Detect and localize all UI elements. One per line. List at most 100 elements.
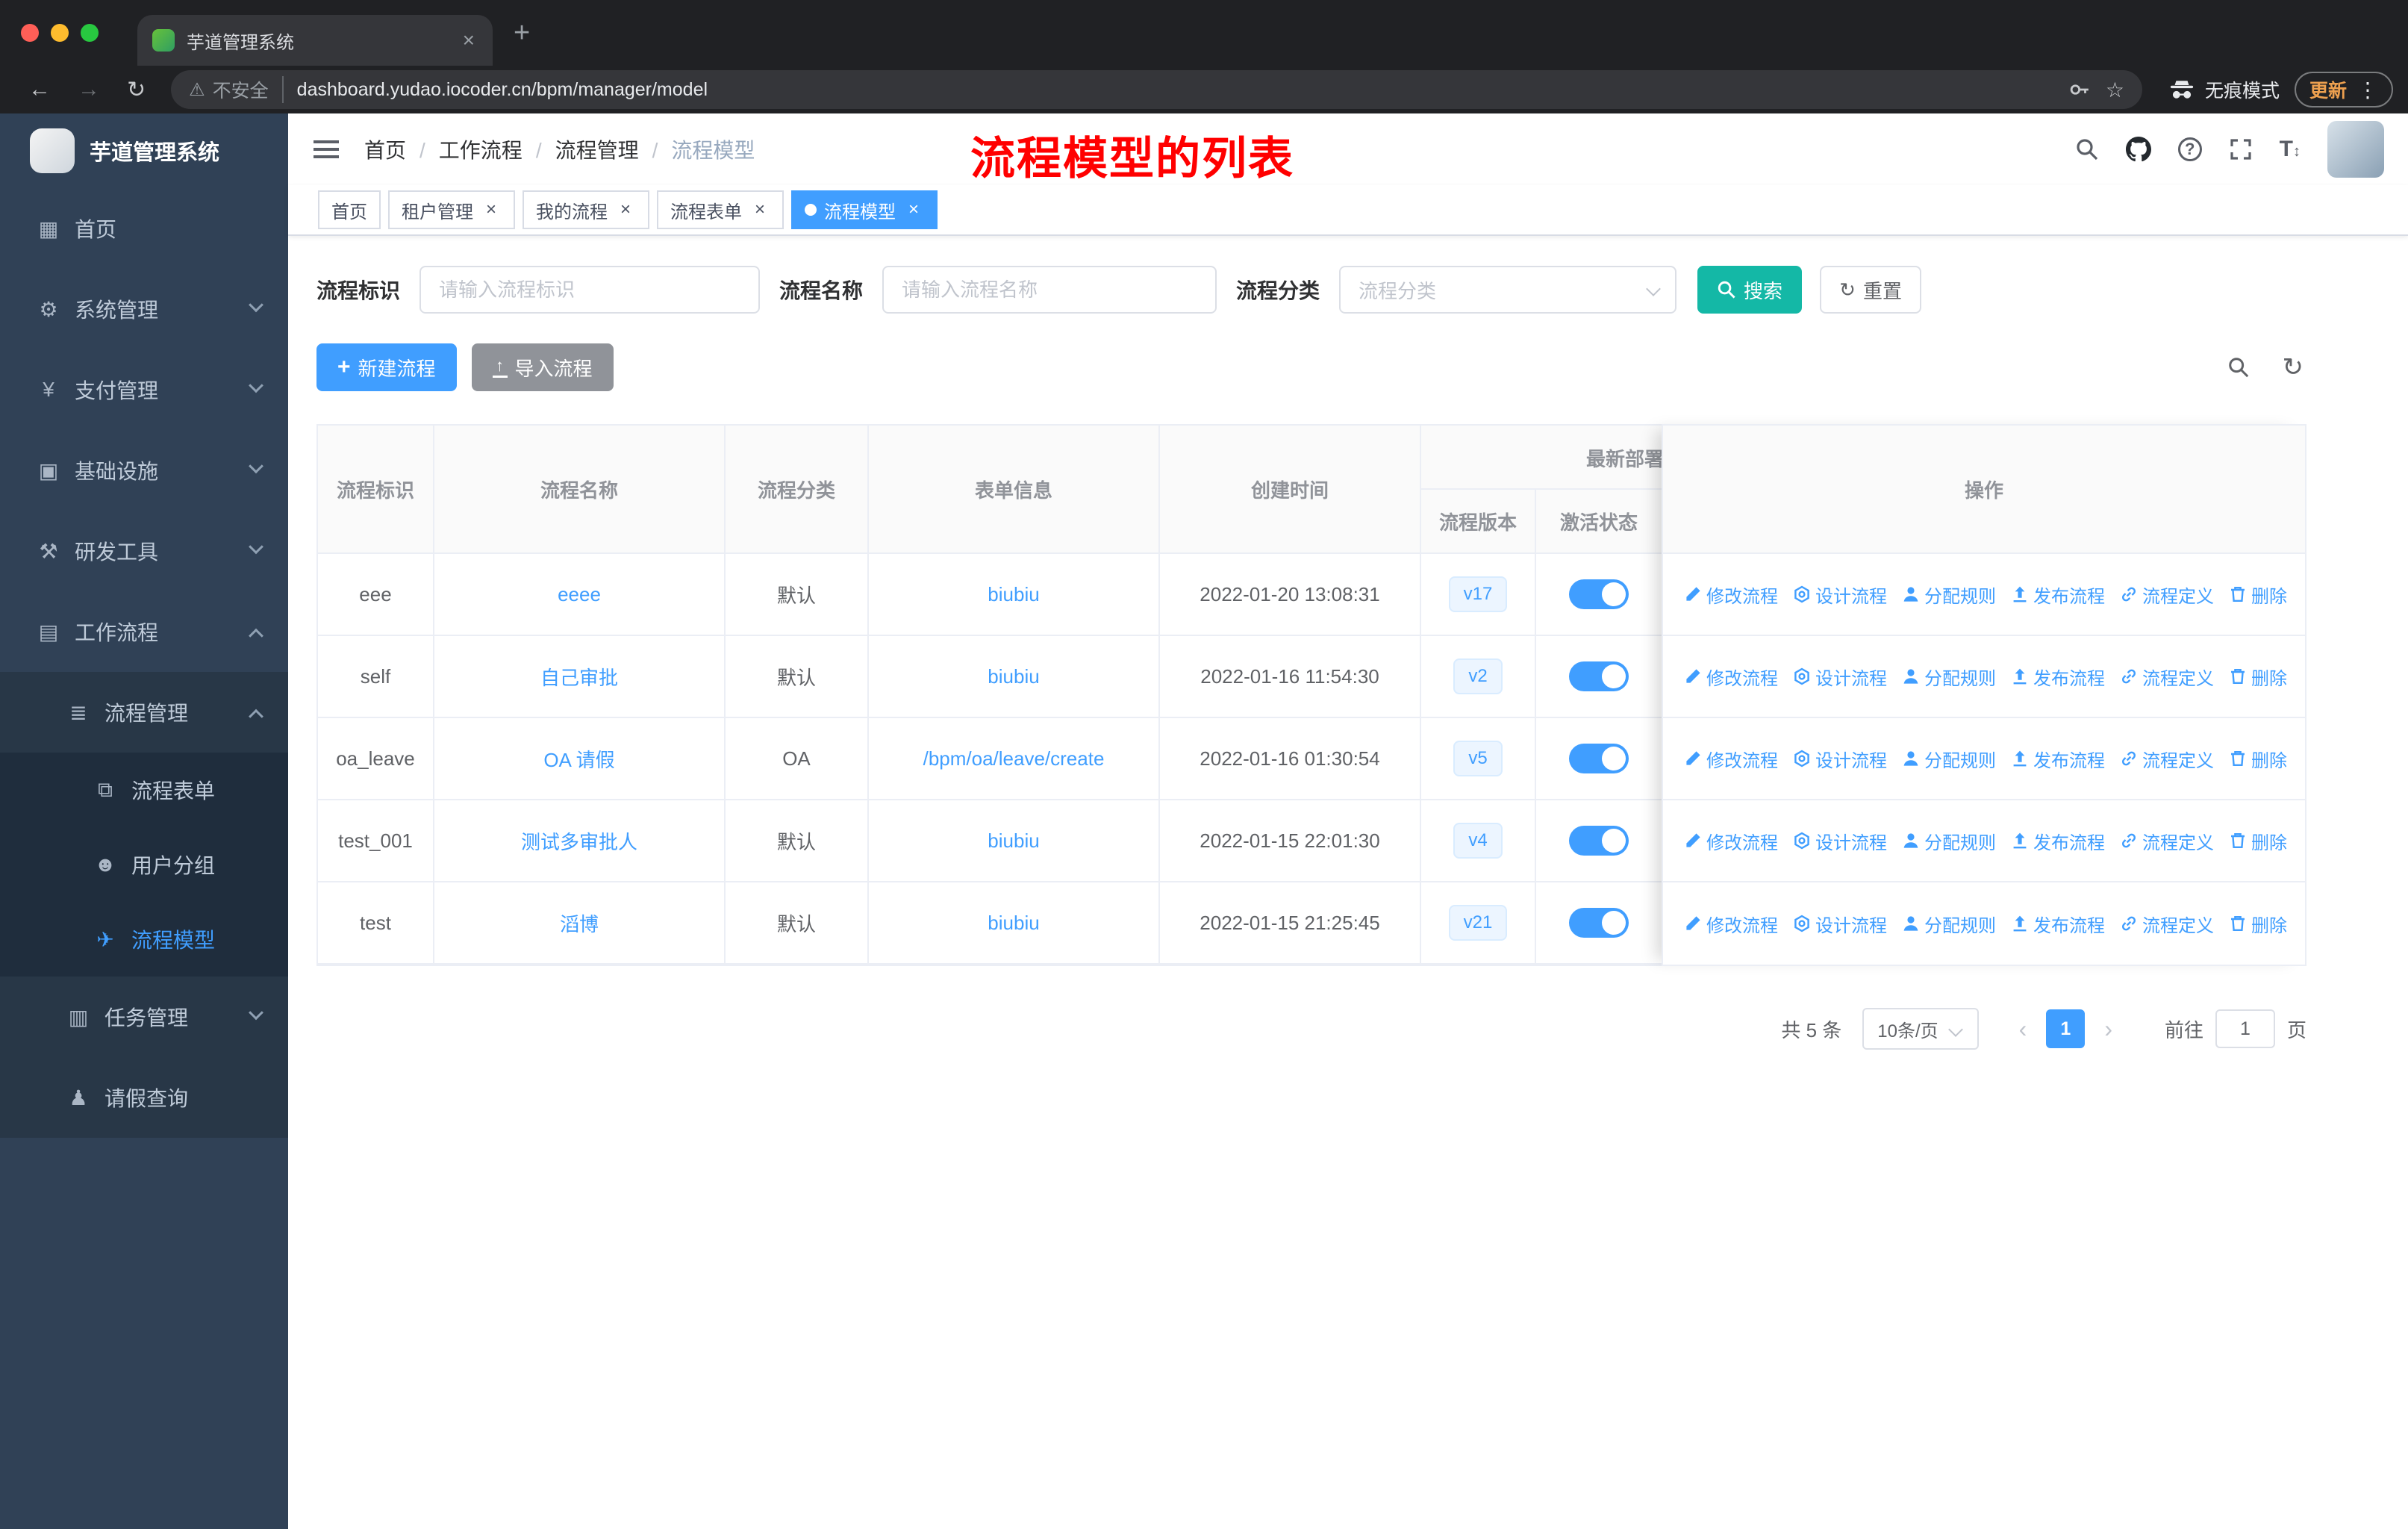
model-name-link[interactable]: 滔博 bbox=[560, 909, 599, 937]
sidebar-item-task-management[interactable]: ▥ 任务管理 bbox=[0, 977, 288, 1057]
goto-page-input[interactable] bbox=[2215, 1009, 2275, 1048]
tag-close-icon[interactable]: × bbox=[749, 199, 770, 220]
minimize-window-button[interactable] bbox=[51, 24, 69, 42]
tag-close-icon[interactable]: × bbox=[903, 199, 924, 220]
status-toggle[interactable] bbox=[1569, 908, 1629, 938]
toggle-search-button[interactable] bbox=[2227, 356, 2250, 379]
tag-tenant-management[interactable]: 租户管理 × bbox=[388, 190, 515, 229]
help-icon-button[interactable]: ? bbox=[2177, 137, 2202, 161]
action-delete-model[interactable]: 删除 bbox=[2229, 911, 2287, 937]
reset-button[interactable]: ↻ 重置 bbox=[1820, 266, 1922, 314]
model-name-link[interactable]: OA 请假 bbox=[543, 745, 614, 773]
status-toggle[interactable] bbox=[1569, 579, 1629, 609]
action-design-model[interactable]: 设计流程 bbox=[1793, 746, 1887, 772]
reload-button[interactable]: ↻ bbox=[113, 77, 159, 103]
action-assign-rule[interactable]: 分配规则 bbox=[1902, 582, 1996, 608]
refresh-button[interactable]: ↻ bbox=[2283, 352, 2304, 382]
tag-process-model[interactable]: 流程模型 × bbox=[791, 190, 938, 229]
browser-tab[interactable]: 芋道管理系统 × bbox=[137, 15, 493, 66]
action-delete-model[interactable]: 删除 bbox=[2229, 582, 2287, 608]
action-edit-model[interactable]: 修改流程 bbox=[1684, 828, 1778, 854]
next-page-button[interactable]: › bbox=[2091, 1015, 2126, 1043]
breadcrumb-item-workflow[interactable]: 工作流程 bbox=[439, 134, 542, 164]
breadcrumb-item-process-management[interactable]: 流程管理 bbox=[555, 134, 658, 164]
menu-dots-icon[interactable]: ⋮ bbox=[2357, 78, 2378, 102]
action-assign-rule[interactable]: 分配规则 bbox=[1902, 746, 1996, 772]
sidebar-item-infrastructure[interactable]: ▣ 基础设施 bbox=[0, 430, 288, 511]
create-model-button[interactable]: + 新建流程 bbox=[316, 343, 457, 391]
status-toggle[interactable] bbox=[1569, 826, 1629, 856]
action-edit-model[interactable]: 修改流程 bbox=[1684, 664, 1778, 690]
form-info-link[interactable]: biubiu bbox=[988, 912, 1039, 935]
omnibox[interactable]: ⚠ 不安全 dashboard.yudao.iocoder.cn/bpm/man… bbox=[171, 70, 2142, 109]
fullscreen-icon-button[interactable] bbox=[2229, 137, 2253, 161]
sidebar-item-process-management[interactable]: ≣ 流程管理 bbox=[0, 672, 288, 753]
action-edit-model[interactable]: 修改流程 bbox=[1684, 746, 1778, 772]
model-id-input[interactable] bbox=[419, 266, 761, 314]
action-design-model[interactable]: 设计流程 bbox=[1793, 911, 1887, 937]
import-model-button[interactable]: ↑ 导入流程 bbox=[471, 343, 614, 391]
tab-close-icon[interactable]: × bbox=[460, 28, 478, 52]
font-size-icon-button[interactable]: T↕ bbox=[2280, 137, 2301, 162]
action-delete-model[interactable]: 删除 bbox=[2229, 664, 2287, 690]
action-process-definition[interactable]: 流程定义 bbox=[2120, 911, 2214, 937]
user-avatar[interactable] bbox=[2327, 121, 2384, 178]
model-name-link[interactable]: eeee bbox=[558, 583, 601, 606]
new-tab-button[interactable]: + bbox=[514, 17, 530, 49]
action-delete-model[interactable]: 删除 bbox=[2229, 828, 2287, 854]
update-chip[interactable]: 更新 ⋮ bbox=[2294, 72, 2393, 108]
tag-close-icon[interactable]: × bbox=[615, 199, 636, 220]
action-design-model[interactable]: 设计流程 bbox=[1793, 828, 1887, 854]
github-icon-button[interactable] bbox=[2125, 137, 2151, 162]
action-process-definition[interactable]: 流程定义 bbox=[2120, 828, 2214, 854]
status-toggle[interactable] bbox=[1569, 744, 1629, 773]
action-publish-model[interactable]: 发布流程 bbox=[2011, 828, 2105, 854]
search-icon-button[interactable] bbox=[2075, 137, 2099, 161]
action-edit-model[interactable]: 修改流程 bbox=[1684, 582, 1778, 608]
hamburger-button[interactable] bbox=[288, 140, 364, 158]
action-design-model[interactable]: 设计流程 bbox=[1793, 582, 1887, 608]
form-info-link[interactable]: /bpm/oa/leave/create bbox=[923, 747, 1105, 770]
action-publish-model[interactable]: 发布流程 bbox=[2011, 664, 2105, 690]
sidebar-item-process-form[interactable]: ⧉ 流程表单 bbox=[0, 753, 288, 827]
action-process-definition[interactable]: 流程定义 bbox=[2120, 664, 2214, 690]
tag-process-form[interactable]: 流程表单 × bbox=[657, 190, 784, 229]
tag-home[interactable]: 首页 bbox=[318, 190, 381, 229]
tag-close-icon[interactable]: × bbox=[481, 199, 502, 220]
sidebar-item-user-group[interactable]: ☻ 用户分组 bbox=[0, 827, 288, 902]
model-name-link[interactable]: 自己审批 bbox=[540, 663, 618, 691]
sidebar-item-leave-query[interactable]: ♟ 请假查询 bbox=[0, 1057, 288, 1138]
key-icon[interactable] bbox=[2068, 78, 2091, 101]
page-number-1[interactable]: 1 bbox=[2046, 1009, 2086, 1048]
close-window-button[interactable] bbox=[21, 24, 39, 42]
page-size-select[interactable]: 10条/页 bbox=[1862, 1008, 1979, 1050]
action-assign-rule[interactable]: 分配规则 bbox=[1902, 911, 1996, 937]
form-info-link[interactable]: biubiu bbox=[988, 665, 1039, 688]
action-publish-model[interactable]: 发布流程 bbox=[2011, 582, 2105, 608]
action-edit-model[interactable]: 修改流程 bbox=[1684, 911, 1778, 937]
action-process-definition[interactable]: 流程定义 bbox=[2120, 746, 2214, 772]
zoom-window-button[interactable] bbox=[81, 24, 99, 42]
form-info-link[interactable]: biubiu bbox=[988, 829, 1039, 853]
sidebar-item-devtools[interactable]: ⚒ 研发工具 bbox=[0, 511, 288, 591]
model-name-input[interactable] bbox=[882, 266, 1217, 314]
forward-button[interactable]: → bbox=[64, 77, 113, 102]
sidebar-item-process-model[interactable]: ✈ 流程模型 bbox=[0, 902, 288, 977]
action-publish-model[interactable]: 发布流程 bbox=[2011, 746, 2105, 772]
tag-my-process[interactable]: 我的流程 × bbox=[523, 190, 649, 229]
action-process-definition[interactable]: 流程定义 bbox=[2120, 582, 2214, 608]
sidebar-item-workflow[interactable]: ▤ 工作流程 bbox=[0, 591, 288, 672]
search-button[interactable]: 搜索 bbox=[1697, 266, 1803, 314]
sidebar-item-home[interactable]: ▦ 首页 bbox=[0, 188, 288, 269]
status-toggle[interactable] bbox=[1569, 661, 1629, 691]
model-name-link[interactable]: 测试多审批人 bbox=[521, 827, 637, 855]
action-publish-model[interactable]: 发布流程 bbox=[2011, 911, 2105, 937]
action-assign-rule[interactable]: 分配规则 bbox=[1902, 664, 1996, 690]
form-info-link[interactable]: biubiu bbox=[988, 583, 1039, 606]
sidebar-item-payment[interactable]: ¥ 支付管理 bbox=[0, 349, 288, 430]
sidebar-item-system[interactable]: ⚙ 系统管理 bbox=[0, 269, 288, 349]
breadcrumb-item-home[interactable]: 首页 bbox=[364, 134, 425, 164]
prev-page-button[interactable]: ‹ bbox=[2006, 1015, 2041, 1043]
action-assign-rule[interactable]: 分配规则 bbox=[1902, 828, 1996, 854]
category-select[interactable]: 流程分类 bbox=[1339, 266, 1677, 314]
